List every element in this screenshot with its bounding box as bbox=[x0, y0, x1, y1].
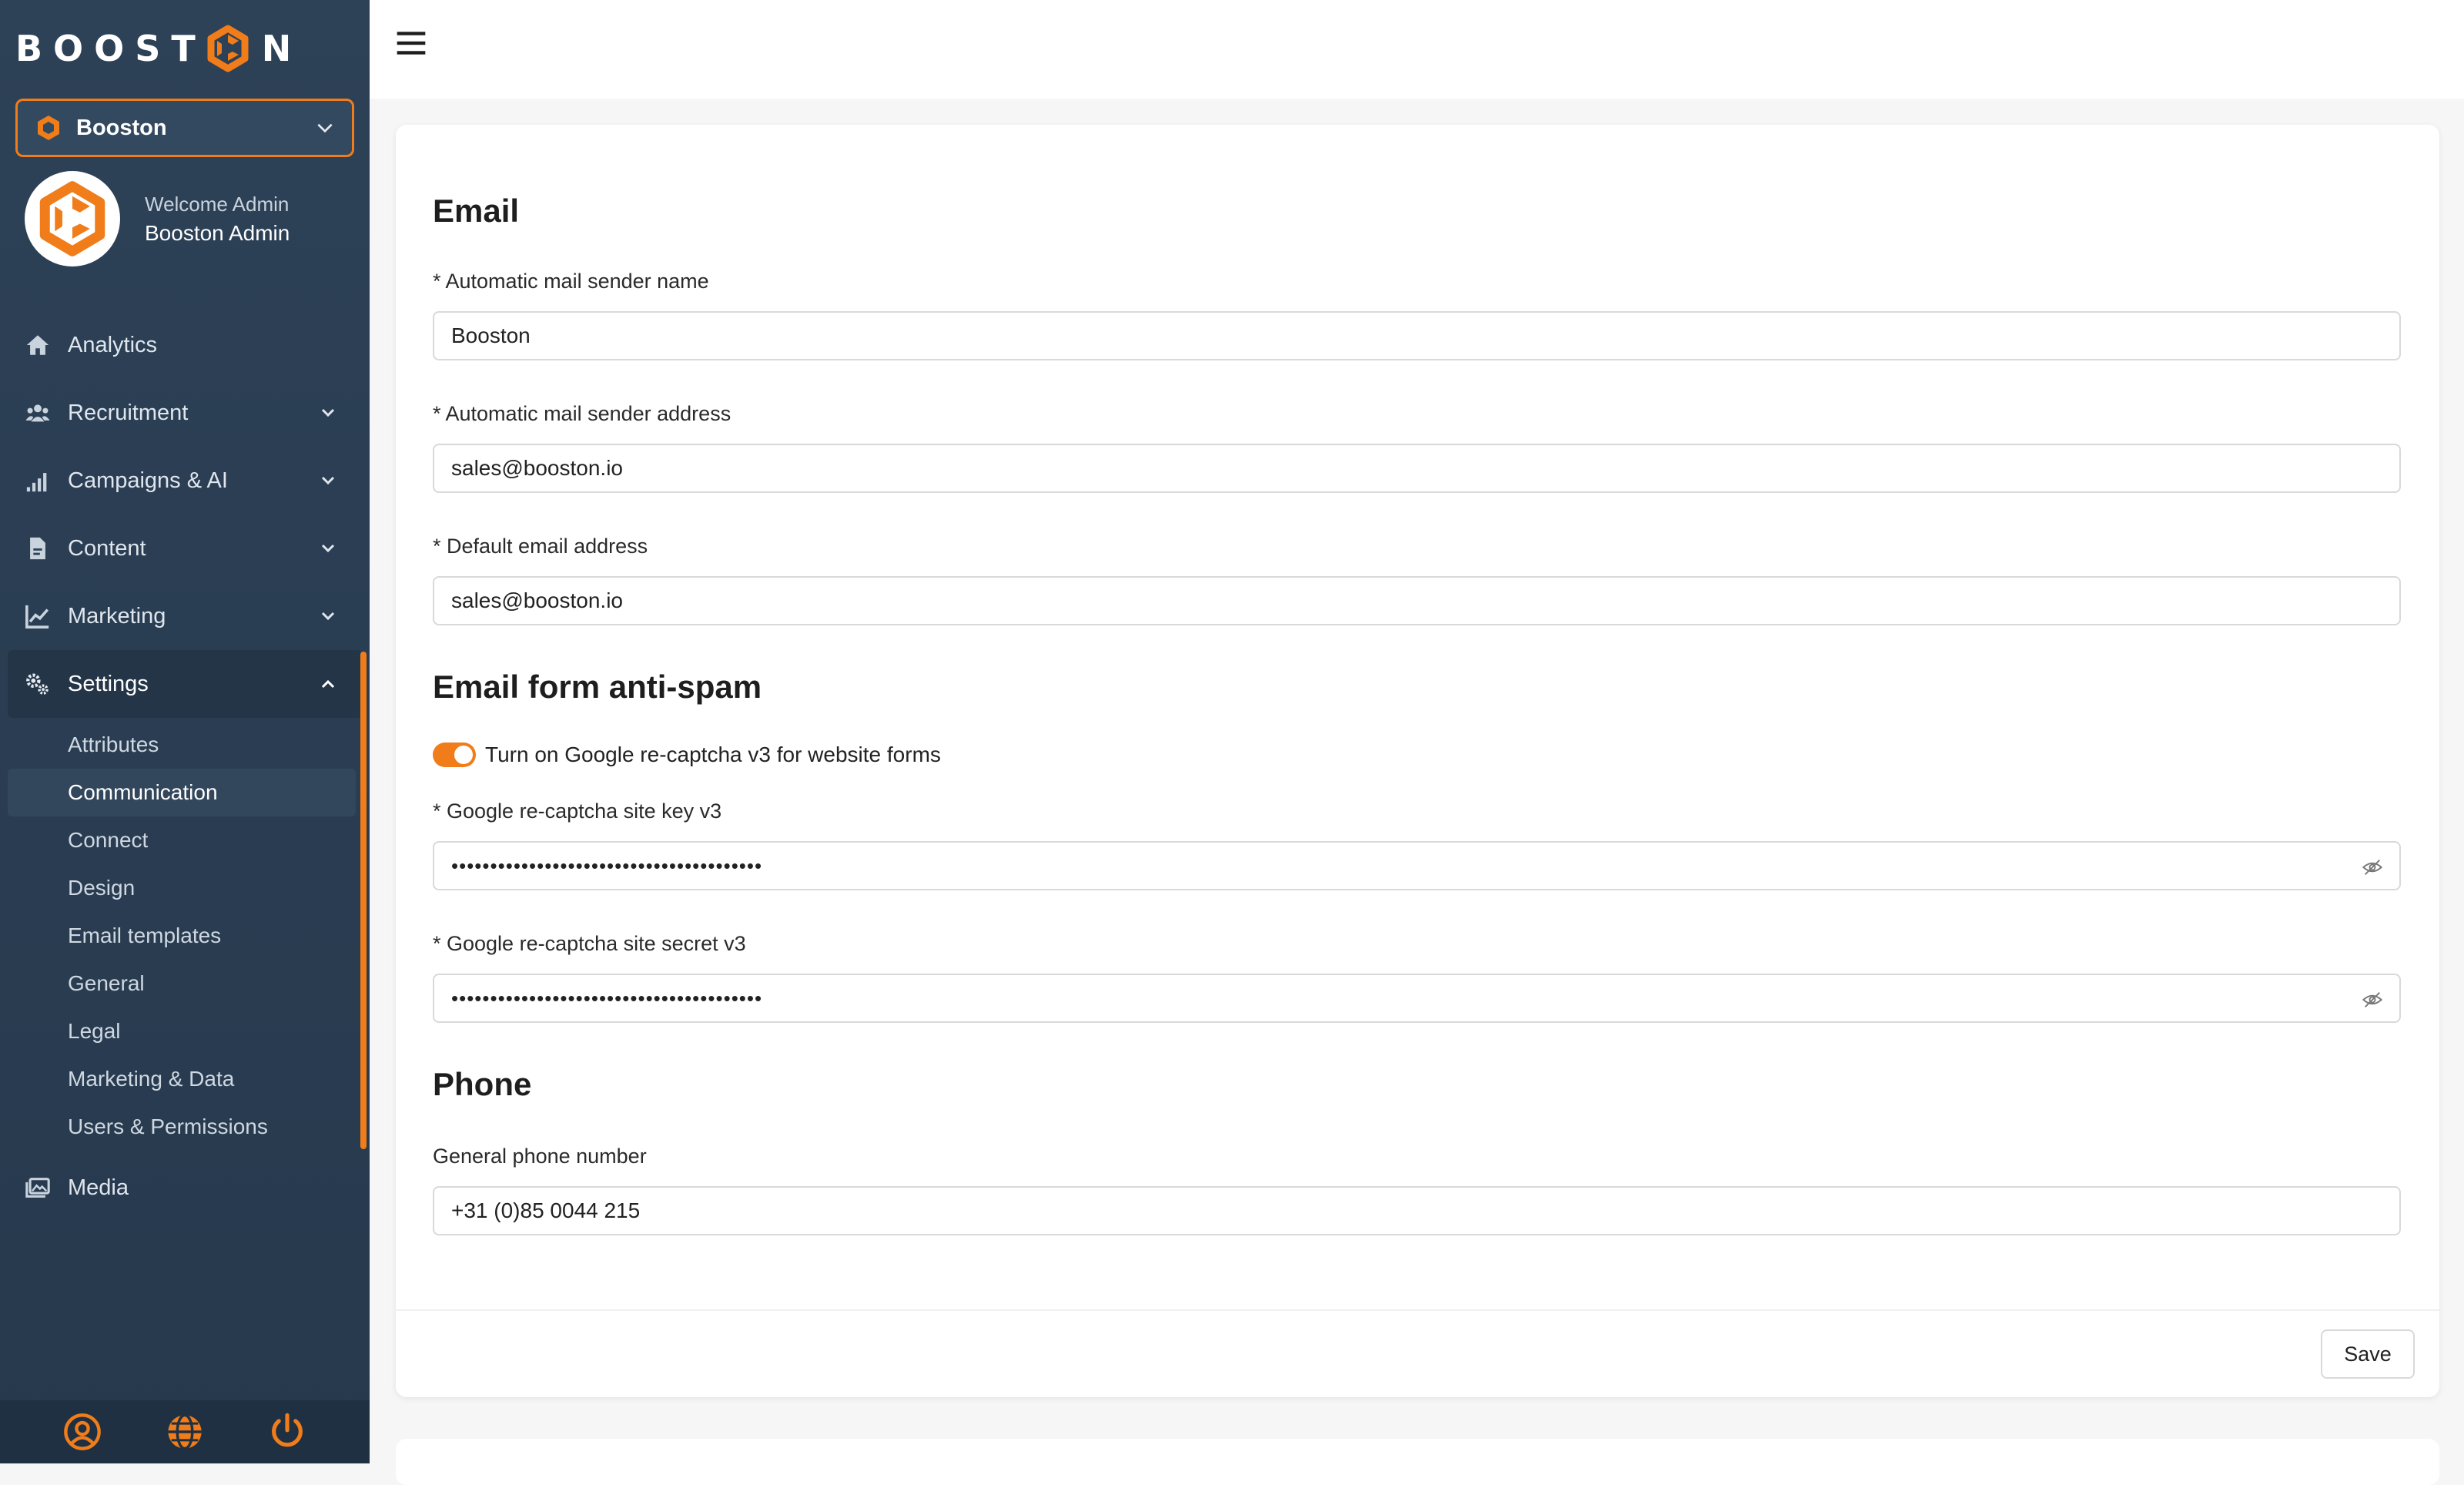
default-email-label: * Default email address bbox=[433, 535, 648, 558]
line-chart-icon bbox=[25, 605, 49, 629]
site-key-value: •••••••••••••••••••••••••••••••••••••••• bbox=[451, 853, 763, 877]
card-footer: Save bbox=[396, 1309, 2439, 1397]
sender-name-label: * Automatic mail sender name bbox=[433, 270, 709, 293]
signal-bars-icon bbox=[26, 473, 47, 492]
brand-logo[interactable]: BOOST N bbox=[15, 22, 302, 75]
eye-off-icon[interactable] bbox=[2361, 856, 2384, 878]
phone-section-title: Phone bbox=[433, 1066, 532, 1102]
phone-input[interactable]: +31 (0)85 0044 215 bbox=[433, 1186, 2401, 1235]
avatar[interactable] bbox=[25, 171, 120, 266]
chevron-down-icon bbox=[321, 544, 335, 553]
brand-name-left: BOOST bbox=[15, 28, 206, 69]
nav-analytics-label: Analytics bbox=[68, 332, 158, 357]
subnav-design[interactable]: Design bbox=[0, 864, 370, 912]
organization-select-value: Booston bbox=[76, 115, 167, 140]
chevron-down-icon bbox=[317, 123, 333, 133]
sidebar-scrollbar[interactable] bbox=[360, 652, 367, 1149]
site-key-label: * Google re-captcha site key v3 bbox=[433, 799, 722, 823]
next-card bbox=[396, 1439, 2439, 1485]
gears-icon bbox=[26, 673, 49, 695]
nav-recruitment[interactable]: Recruitment bbox=[0, 379, 370, 447]
brand-name-right: N bbox=[261, 28, 303, 69]
nav-recruitment-label: Recruitment bbox=[68, 400, 189, 425]
subnav-legal[interactable]: Legal bbox=[0, 1007, 370, 1055]
chevron-down-icon bbox=[321, 408, 335, 417]
subnav-marketing-data[interactable]: Marketing & Data bbox=[0, 1055, 370, 1103]
recaptcha-toggle-row: Turn on Google re-captcha v3 for website… bbox=[433, 742, 941, 767]
nav-settings[interactable]: Settings bbox=[8, 650, 362, 718]
nav-marketing[interactable]: Marketing bbox=[0, 582, 370, 650]
chevron-down-icon bbox=[321, 612, 335, 621]
phone-label: General phone number bbox=[433, 1145, 647, 1168]
welcome-text: Welcome Admin bbox=[145, 193, 290, 216]
booston-avatar-icon bbox=[39, 181, 105, 256]
site-secret-label: * Google re-captcha site secret v3 bbox=[433, 932, 746, 955]
communication-settings-card: Email * Automatic mail sender name Boost… bbox=[396, 125, 2439, 1397]
email-section-title: Email bbox=[433, 193, 520, 229]
users-icon bbox=[25, 404, 50, 422]
subnav-connect[interactable]: Connect bbox=[0, 816, 370, 864]
subnav-communication[interactable]: Communication bbox=[8, 769, 356, 816]
images-icon bbox=[25, 1178, 50, 1198]
nav-marketing-label: Marketing bbox=[68, 603, 166, 629]
save-button[interactable]: Save bbox=[2321, 1329, 2415, 1379]
sidebar: BOOST N Booston Welcome Admin Booston Ad… bbox=[0, 0, 370, 1463]
antispam-section-title: Email form anti-spam bbox=[433, 669, 762, 705]
sender-name-input[interactable]: Booston bbox=[433, 311, 2401, 360]
booston-logo-icon bbox=[207, 25, 249, 72]
site-secret-input[interactable]: •••••••••••••••••••••••••••••••••••••••• bbox=[433, 974, 2401, 1023]
chevron-up-icon bbox=[321, 679, 335, 689]
site-secret-value: •••••••••••••••••••••••••••••••••••••••• bbox=[451, 986, 763, 1010]
topbar bbox=[370, 0, 2464, 99]
nav-campaigns-label: Campaigns & AI bbox=[68, 468, 228, 493]
subnav-attributes[interactable]: Attributes bbox=[0, 721, 370, 769]
sender-address-label: * Automatic mail sender address bbox=[433, 402, 732, 425]
subnav-general[interactable]: General bbox=[0, 960, 370, 1007]
user-profile: Welcome Admin Booston Admin bbox=[25, 171, 290, 266]
nav-media[interactable]: Media bbox=[0, 1154, 370, 1222]
nav-media-label: Media bbox=[68, 1175, 129, 1200]
chevron-down-icon bbox=[321, 476, 335, 485]
recaptcha-toggle-label: Turn on Google re-captcha v3 for website… bbox=[485, 742, 941, 766]
site-key-input[interactable]: •••••••••••••••••••••••••••••••••••••••• bbox=[433, 841, 2401, 890]
main-nav: Analytics Recruitment Campaigns & AI Con… bbox=[0, 311, 370, 1222]
eye-off-icon[interactable] bbox=[2361, 989, 2384, 1011]
nav-analytics[interactable]: Analytics bbox=[0, 311, 370, 379]
nav-campaigns[interactable]: Campaigns & AI bbox=[0, 447, 370, 515]
default-email-input[interactable]: sales@booston.io bbox=[433, 576, 2401, 625]
settings-subnav: Attributes Communication Connect Design … bbox=[0, 718, 370, 1154]
hamburger-menu-icon[interactable] bbox=[394, 26, 428, 60]
globe-icon[interactable] bbox=[165, 1412, 205, 1452]
nav-settings-label: Settings bbox=[68, 671, 149, 696]
user-circle-icon[interactable] bbox=[62, 1412, 102, 1452]
sender-address-input[interactable]: sales@booston.io bbox=[433, 444, 2401, 493]
home-icon bbox=[26, 335, 49, 355]
file-icon bbox=[30, 537, 45, 560]
org-hexagon-icon bbox=[38, 116, 59, 140]
user-name: Booston Admin bbox=[145, 221, 290, 245]
power-icon[interactable] bbox=[267, 1412, 307, 1452]
subnav-users-permissions[interactable]: Users & Permissions bbox=[0, 1103, 370, 1151]
nav-content[interactable]: Content bbox=[0, 515, 370, 582]
sidebar-footer bbox=[0, 1400, 370, 1463]
organization-select[interactable]: Booston bbox=[15, 99, 354, 157]
subnav-email-templates[interactable]: Email templates bbox=[0, 912, 370, 960]
nav-content-label: Content bbox=[68, 535, 146, 561]
recaptcha-toggle[interactable] bbox=[433, 742, 476, 767]
